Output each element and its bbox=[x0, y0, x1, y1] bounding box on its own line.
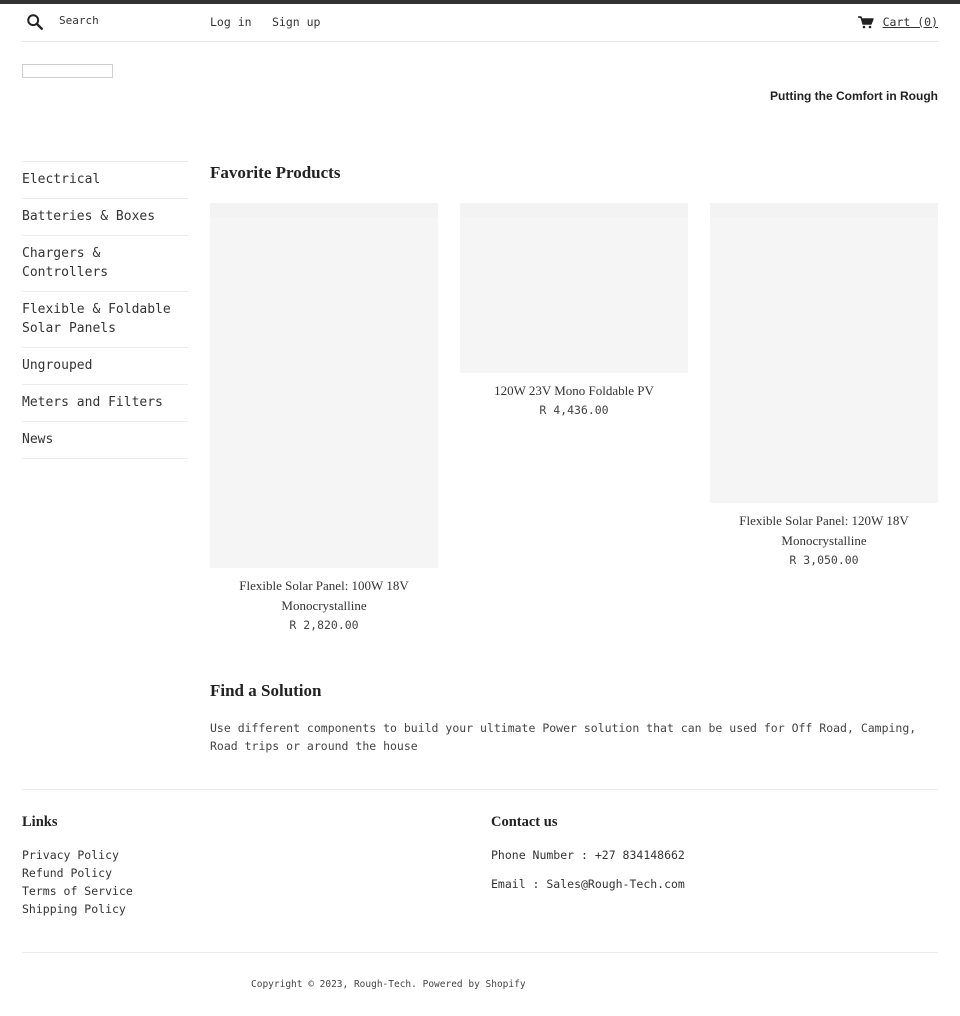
product-price: R 4,436.00 bbox=[539, 403, 609, 417]
footer-divider bbox=[22, 789, 938, 790]
sidebar-item-flexible-foldable-solar-panels[interactable]: Flexible & Foldable Solar Panels bbox=[22, 292, 188, 348]
copyright-prefix: Copyright © 2023, bbox=[251, 979, 354, 990]
solution-description: Use different components to build your u… bbox=[210, 721, 917, 753]
site-logo[interactable] bbox=[22, 64, 113, 78]
refund-policy-link[interactable]: Refund Policy bbox=[22, 864, 133, 882]
sidebar-item-batteries-boxes[interactable]: Batteries & Boxes bbox=[22, 199, 188, 236]
product-image bbox=[210, 203, 438, 568]
copyright-brand-link[interactable]: Rough-Tech bbox=[354, 979, 411, 990]
powered-by-shopify-link[interactable]: Powered by Shopify bbox=[423, 979, 526, 990]
product-image bbox=[710, 203, 938, 503]
cart-label: Cart (0) bbox=[882, 15, 938, 29]
login-link[interactable]: Log in bbox=[210, 15, 252, 29]
contact-email: Email : Sales@Rough-Tech.com bbox=[491, 877, 685, 891]
product-price: R 2,820.00 bbox=[289, 618, 359, 632]
sidebar-item-news[interactable]: News bbox=[22, 422, 188, 459]
signup-link[interactable]: Sign up bbox=[272, 15, 320, 29]
sidebar-item-ungrouped[interactable]: Ungrouped bbox=[22, 348, 188, 385]
product-name: 120W 23V Mono Foldable PV bbox=[494, 383, 654, 398]
copyright: Copyright © 2023, Rough-Tech. Powered by… bbox=[251, 979, 526, 990]
copyright-separator: . bbox=[411, 979, 423, 990]
product-price: R 3,050.00 bbox=[789, 553, 859, 567]
copyright-divider bbox=[22, 952, 938, 953]
product-card[interactable]: 120W 23V Mono Foldable PV R 4,436.00 bbox=[460, 203, 688, 420]
sidebar-item-electrical[interactable]: Electrical bbox=[22, 162, 188, 199]
product-name: Flexible Solar Panel: 120W 18V Monocryst… bbox=[739, 513, 909, 548]
contact-phone: Phone Number : +27 834148662 bbox=[491, 848, 685, 862]
favorite-products-title: Favorite Products bbox=[210, 163, 341, 182]
footer-links: Privacy Policy Refund Policy Terms of Se… bbox=[22, 846, 133, 918]
site-header: Log in Sign up Cart (0) bbox=[22, 4, 938, 42]
cart-link[interactable]: Cart (0) bbox=[857, 15, 938, 29]
product-card[interactable]: Flexible Solar Panel: 100W 18V Monocryst… bbox=[210, 203, 438, 635]
product-name: Flexible Solar Panel: 100W 18V Monocryst… bbox=[239, 578, 409, 613]
shipping-policy-link[interactable]: Shipping Policy bbox=[22, 900, 133, 918]
footer-links-title: Links bbox=[22, 814, 58, 830]
privacy-policy-link[interactable]: Privacy Policy bbox=[22, 846, 133, 864]
product-card[interactable]: Flexible Solar Panel: 120W 18V Monocryst… bbox=[710, 203, 938, 570]
search-input[interactable] bbox=[59, 14, 199, 27]
sidebar-item-meters-filters[interactable]: Meters and Filters bbox=[22, 385, 188, 422]
site-tagline: Putting the Comfort in Rough bbox=[770, 89, 938, 103]
cart-icon bbox=[857, 15, 874, 28]
sidebar-nav: Electrical Batteries & Boxes Chargers & … bbox=[22, 161, 188, 459]
product-image bbox=[460, 203, 688, 373]
contact-us-title: Contact us bbox=[491, 814, 558, 830]
find-solution-title: Find a Solution bbox=[210, 681, 322, 700]
sidebar-item-chargers-controllers[interactable]: Chargers & Controllers bbox=[22, 236, 188, 292]
terms-of-service-link[interactable]: Terms of Service bbox=[22, 882, 133, 900]
search-icon[interactable] bbox=[26, 13, 44, 31]
